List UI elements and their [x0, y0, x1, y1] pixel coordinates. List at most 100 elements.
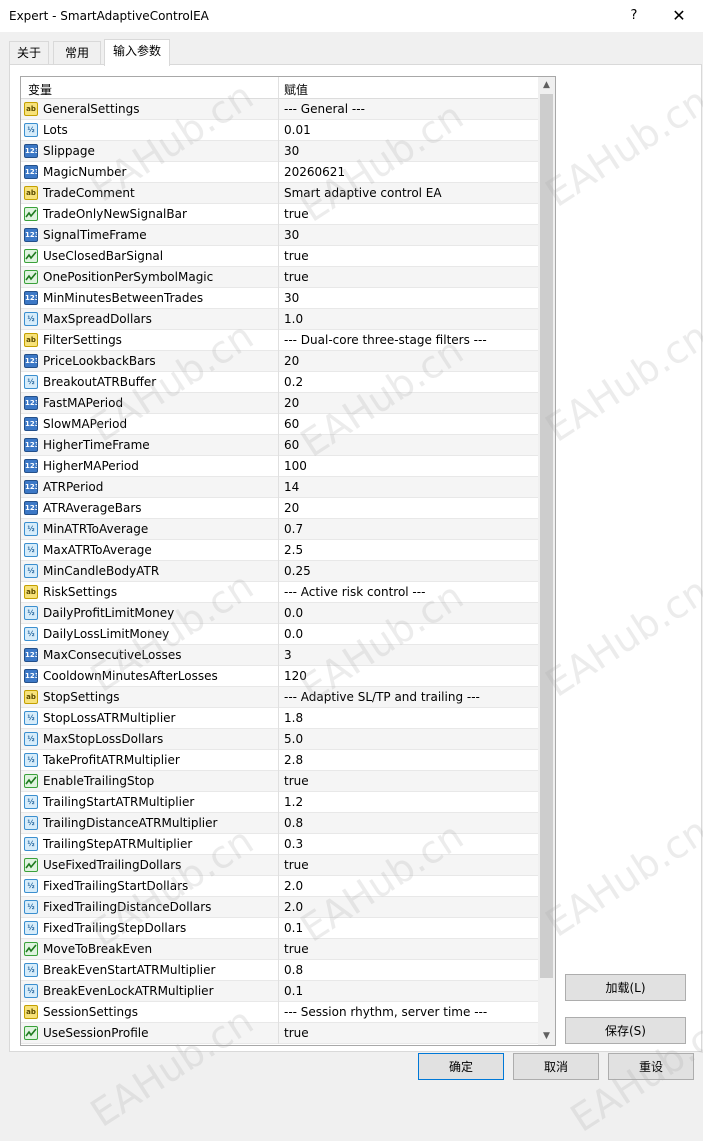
parameter-value[interactable]: --- Dual-core three-stage filters --- — [284, 333, 487, 347]
table-row[interactable]: 123 SignalTimeFrame 30 — [21, 225, 538, 246]
parameter-value[interactable]: 3 — [284, 648, 292, 662]
parameter-value[interactable]: 1.2 — [284, 795, 303, 809]
column-header-value[interactable]: 赋值 — [284, 81, 308, 98]
parameter-value[interactable]: 60 — [284, 417, 299, 431]
table-row[interactable]: ½ TrailingStepATRMultiplier 0.3 — [21, 834, 538, 855]
parameter-value[interactable]: 0.2 — [284, 375, 303, 389]
table-row[interactable]: ab TradeComment Smart adaptive control EA — [21, 183, 538, 204]
parameter-value[interactable]: true — [284, 249, 309, 263]
parameter-value[interactable]: 2.0 — [284, 900, 303, 914]
parameter-value[interactable]: true — [284, 858, 309, 872]
table-row[interactable]: 123 HigherTimeFrame 60 — [21, 435, 538, 456]
parameter-value[interactable]: 2.5 — [284, 543, 303, 557]
parameter-value[interactable]: true — [284, 207, 309, 221]
table-row[interactable]: 123 HigherMAPeriod 100 — [21, 456, 538, 477]
parameter-value[interactable]: --- General --- — [284, 102, 365, 116]
parameter-value[interactable]: 2.0 — [284, 879, 303, 893]
close-button[interactable]: ✕ — [667, 4, 691, 28]
parameter-value[interactable]: 100 — [284, 459, 307, 473]
table-row[interactable]: EnableTrailingStop true — [21, 771, 538, 792]
parameter-value[interactable]: 30 — [284, 144, 299, 158]
scroll-up-arrow-icon[interactable]: ▲ — [538, 77, 555, 94]
parameter-value[interactable]: --- Adaptive SL/TP and trailing --- — [284, 690, 480, 704]
table-row[interactable]: MoveToBreakEven true — [21, 939, 538, 960]
table-row[interactable]: 123 MaxConsecutiveLosses 3 — [21, 645, 538, 666]
table-row[interactable]: 123 MagicNumber 20260621 — [21, 162, 538, 183]
table-row[interactable]: ½ MinATRToAverage 0.7 — [21, 519, 538, 540]
table-row[interactable]: ½ FixedTrailingStartDollars 2.0 — [21, 876, 538, 897]
parameter-value[interactable]: --- Session rhythm, server time --- — [284, 1005, 487, 1019]
parameter-value[interactable]: 5.0 — [284, 732, 303, 746]
table-row[interactable]: ½ TrailingStartATRMultiplier 1.2 — [21, 792, 538, 813]
parameter-value[interactable]: 0.25 — [284, 564, 311, 578]
table-row[interactable]: 123 ATRPeriod 14 — [21, 477, 538, 498]
table-row[interactable]: 123 CooldownMinutesAfterLosses 120 — [21, 666, 538, 687]
table-row[interactable]: ½ DailyLossLimitMoney 0.0 — [21, 624, 538, 645]
parameter-value[interactable]: 0.0 — [284, 627, 303, 641]
ok-button[interactable]: 确定 — [418, 1053, 504, 1080]
table-row[interactable]: 123 Slippage 30 — [21, 141, 538, 162]
column-divider[interactable] — [278, 77, 279, 98]
table-row[interactable]: ½ MaxATRToAverage 2.5 — [21, 540, 538, 561]
parameter-value[interactable]: 0.8 — [284, 816, 303, 830]
table-row[interactable]: ab GeneralSettings --- General --- — [21, 99, 538, 120]
parameter-value[interactable]: 1.8 — [284, 711, 303, 725]
table-row[interactable]: 123 SlowMAPeriod 60 — [21, 414, 538, 435]
table-row[interactable]: 123 FastMAPeriod 20 — [21, 393, 538, 414]
parameter-value[interactable]: 20 — [284, 396, 299, 410]
tab-inputs[interactable]: 输入参数 — [104, 39, 170, 66]
parameter-value[interactable]: 20 — [284, 501, 299, 515]
table-row[interactable]: ½ BreakEvenStartATRMultiplier 0.8 — [21, 960, 538, 981]
table-row[interactable]: ½ BreakEvenLockATRMultiplier 0.1 — [21, 981, 538, 1002]
table-row[interactable]: TradeOnlyNewSignalBar true — [21, 204, 538, 225]
parameter-value[interactable]: 0.8 — [284, 963, 303, 977]
parameter-value[interactable]: 0.1 — [284, 921, 303, 935]
parameter-value[interactable]: Smart adaptive control EA — [284, 186, 442, 200]
parameter-value[interactable]: 0.1 — [284, 984, 303, 998]
table-row[interactable]: ab RiskSettings --- Active risk control --… — [21, 582, 538, 603]
parameter-value[interactable]: 20260621 — [284, 165, 345, 179]
parameter-value[interactable]: 14 — [284, 480, 299, 494]
parameter-value[interactable]: 0.0 — [284, 606, 303, 620]
table-row[interactable]: ab FilterSettings --- Dual-core three-stag… — [21, 330, 538, 351]
tab-about[interactable]: 关于 — [9, 41, 49, 65]
table-row[interactable]: ½ DailyProfitLimitMoney 0.0 — [21, 603, 538, 624]
column-header-variable[interactable]: 变量 — [28, 81, 52, 98]
parameter-value[interactable]: 120 — [284, 669, 307, 683]
table-row[interactable]: ½ TrailingDistanceATRMultiplier 0.8 — [21, 813, 538, 834]
table-row[interactable]: ½ MaxSpreadDollars 1.0 — [21, 309, 538, 330]
parameter-value[interactable]: 60 — [284, 438, 299, 452]
table-row[interactable]: ½ MinCandleBodyATR 0.25 — [21, 561, 538, 582]
parameter-value[interactable]: 0.01 — [284, 123, 311, 137]
table-row[interactable]: ½ FixedTrailingDistanceDollars 2.0 — [21, 897, 538, 918]
parameter-value[interactable]: true — [284, 270, 309, 284]
help-button[interactable]: ? — [622, 4, 646, 28]
table-row[interactable]: 123 MinMinutesBetweenTrades 30 — [21, 288, 538, 309]
table-row[interactable]: 123 PriceLookbackBars 20 — [21, 351, 538, 372]
table-row[interactable]: UseSessionProfile true — [21, 1023, 538, 1044]
table-row[interactable]: OnePositionPerSymbolMagic true — [21, 267, 538, 288]
parameter-value[interactable]: true — [284, 942, 309, 956]
parameter-value[interactable]: 0.3 — [284, 837, 303, 851]
parameter-value[interactable]: 30 — [284, 228, 299, 242]
parameter-value[interactable]: 30 — [284, 291, 299, 305]
tab-common[interactable]: 常用 — [53, 41, 101, 65]
load-button[interactable]: 加载(L) — [565, 974, 686, 1001]
table-row[interactable]: UseFixedTrailingDollars true — [21, 855, 538, 876]
table-row[interactable]: ½ MaxStopLossDollars 5.0 — [21, 729, 538, 750]
scroll-down-arrow-icon[interactable]: ▼ — [538, 1028, 555, 1045]
vertical-scrollbar[interactable]: ▲ ▼ — [538, 77, 555, 1045]
table-row[interactable]: ½ BreakoutATRBuffer 0.2 — [21, 372, 538, 393]
parameter-value[interactable]: 0.7 — [284, 522, 303, 536]
parameter-value[interactable]: 1.0 — [284, 312, 303, 326]
parameter-value[interactable]: 2.8 — [284, 753, 303, 767]
parameter-value[interactable]: --- Active risk control --- — [284, 585, 425, 599]
parameter-value[interactable]: true — [284, 1026, 309, 1040]
save-button[interactable]: 保存(S) — [565, 1017, 686, 1044]
table-row[interactable]: ½ StopLossATRMultiplier 1.8 — [21, 708, 538, 729]
table-row[interactable]: ½ TakeProfitATRMultiplier 2.8 — [21, 750, 538, 771]
cancel-button[interactable]: 取消 — [513, 1053, 599, 1080]
parameter-value[interactable]: true — [284, 774, 309, 788]
table-row[interactable]: UseClosedBarSignal true — [21, 246, 538, 267]
table-row[interactable]: ab StopSettings --- Adaptive SL/TP and tra… — [21, 687, 538, 708]
